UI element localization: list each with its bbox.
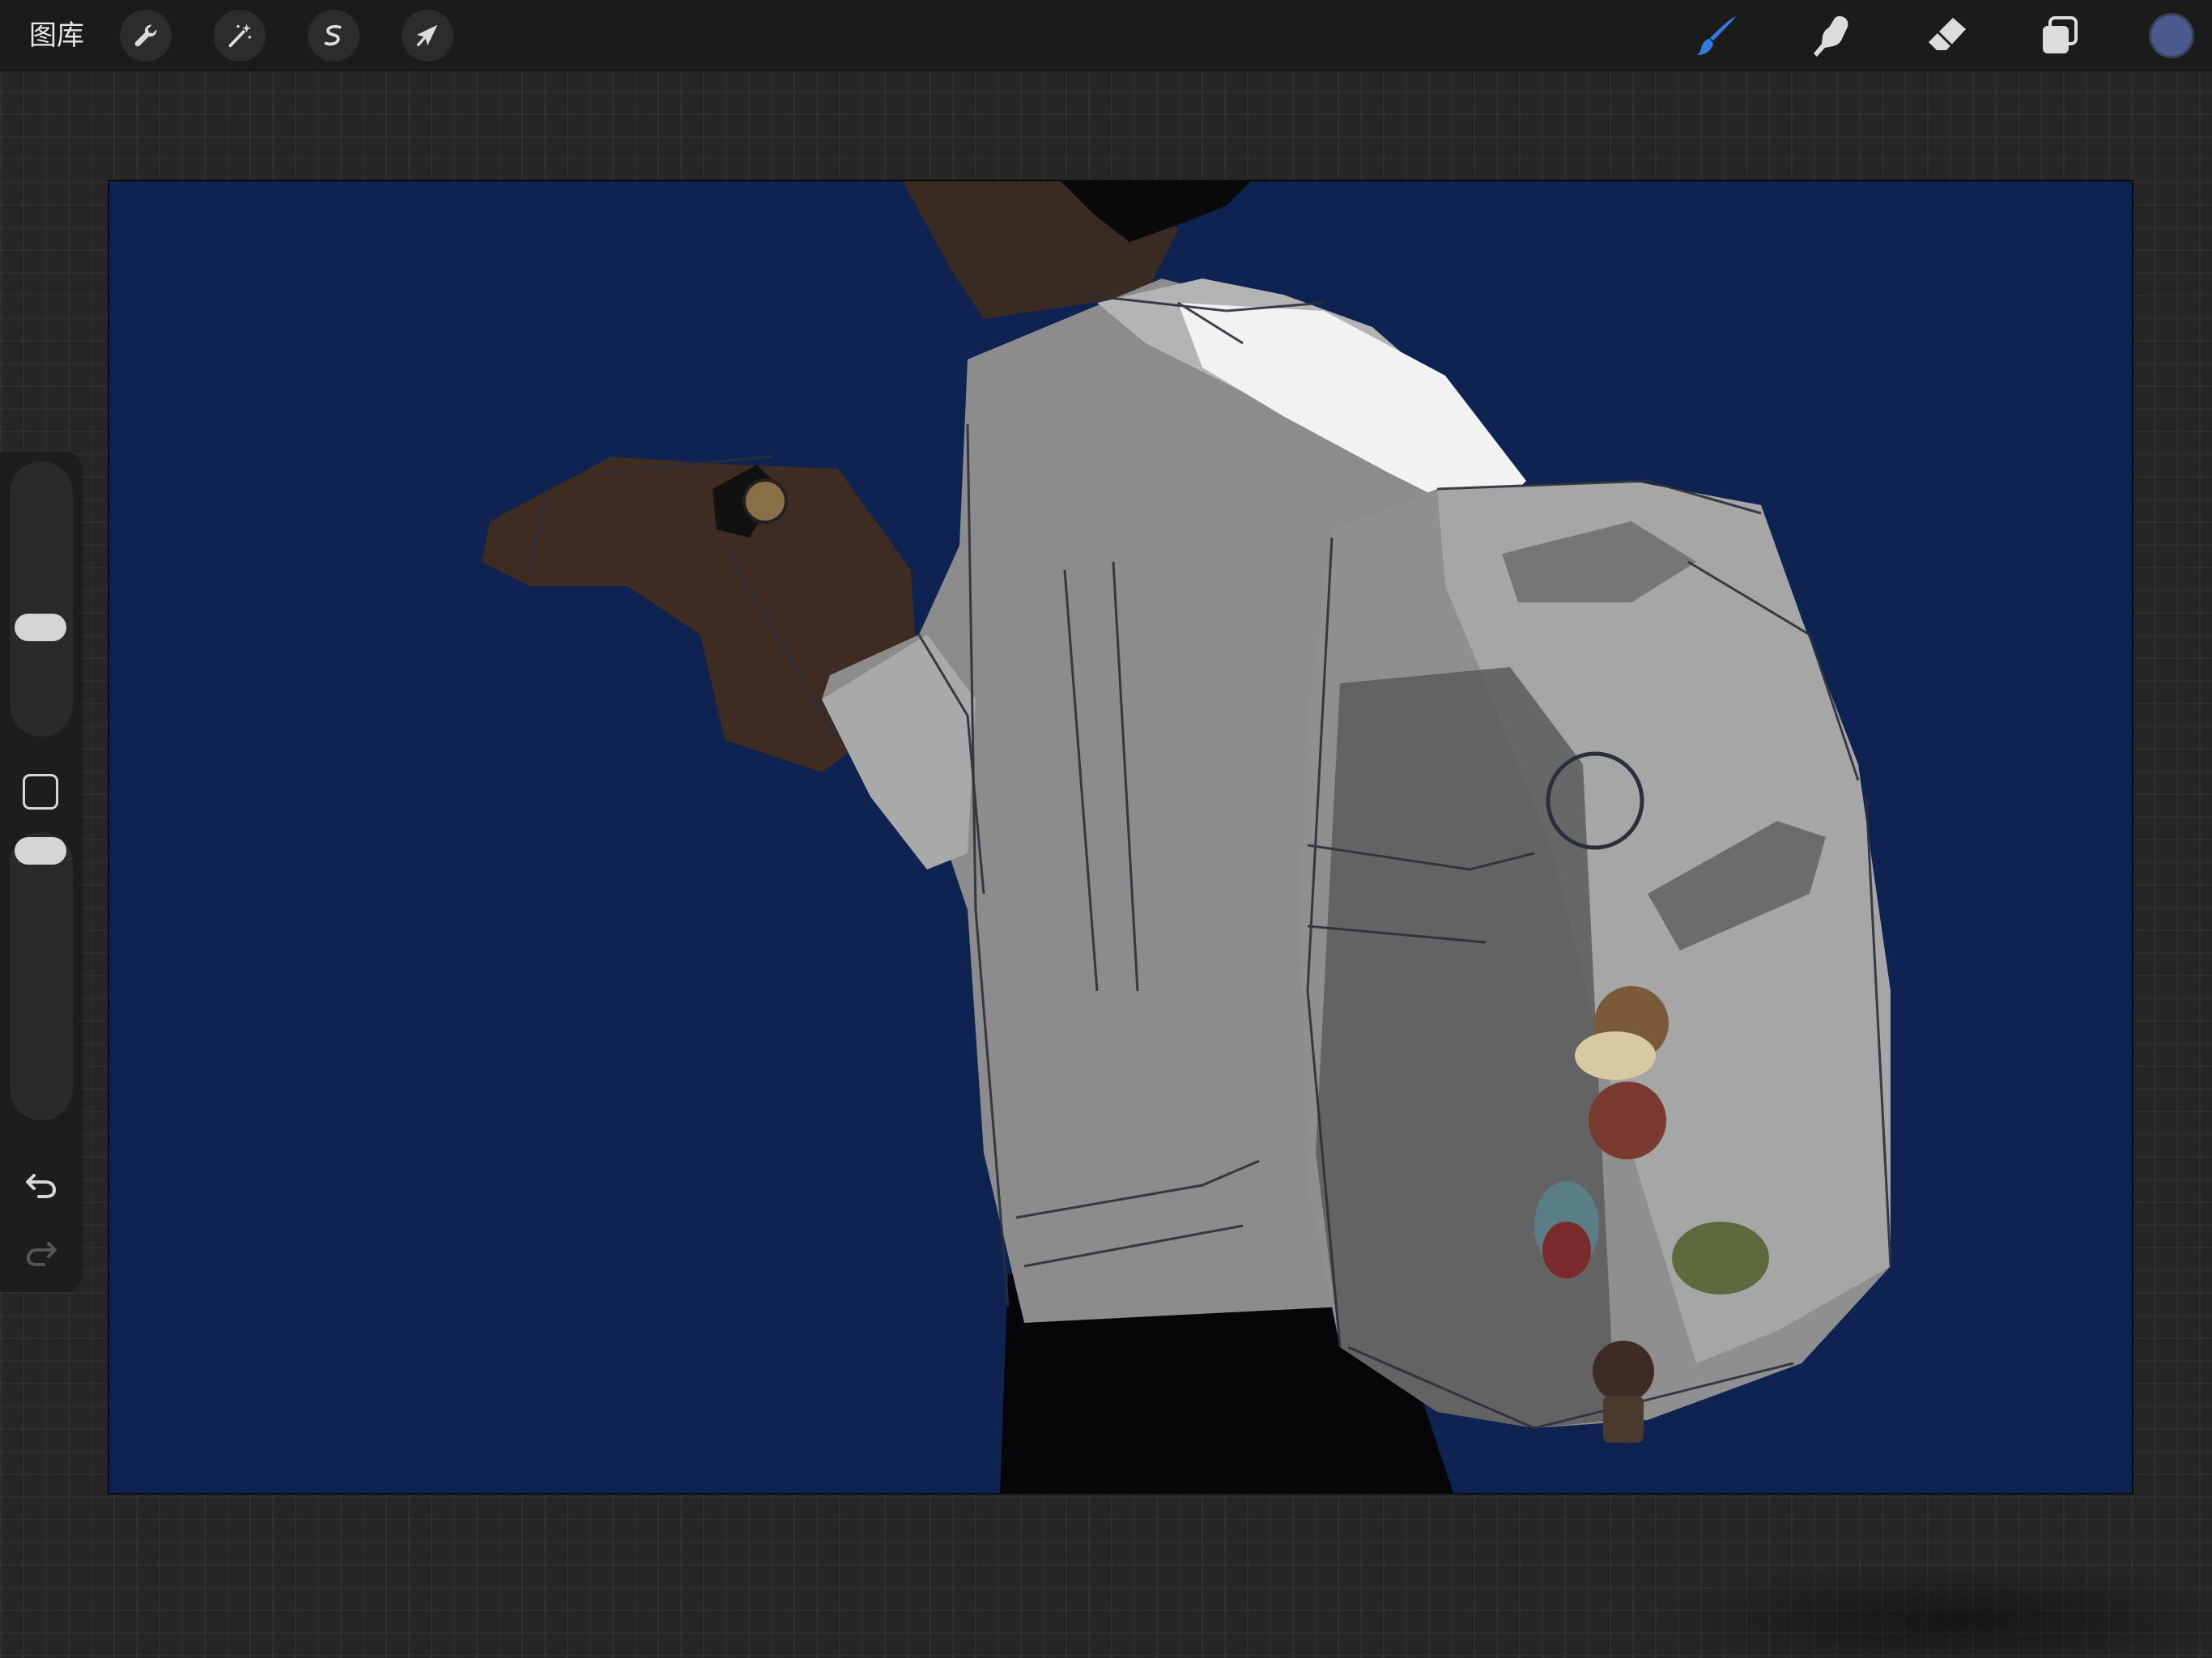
wrench-icon	[134, 24, 157, 47]
modify-button[interactable]	[23, 774, 58, 810]
brush-size-thumb[interactable]	[15, 614, 66, 642]
layers-icon	[2043, 16, 2078, 53]
gallery-button[interactable]: 图库	[29, 16, 84, 55]
opacity-slider[interactable]	[10, 832, 73, 1120]
undo-button[interactable]	[19, 1163, 63, 1206]
selection-button[interactable]	[308, 10, 359, 62]
actions-button[interactable]	[120, 10, 172, 62]
artwork	[482, 181, 1892, 1493]
redo-button[interactable]	[19, 1231, 63, 1274]
redo-icon	[26, 1242, 57, 1266]
charm-3-body	[1542, 1222, 1591, 1278]
top-toolbar: 图库	[0, 0, 2212, 71]
smudge-button[interactable]	[1804, 8, 1859, 63]
charm-4	[1672, 1222, 1769, 1295]
brush-size-slider[interactable]	[10, 461, 73, 737]
charm-2	[1589, 1082, 1666, 1159]
eraser-button[interactable]	[1919, 8, 1974, 63]
brush-icon	[1697, 16, 1736, 55]
color-picker-button[interactable]	[2149, 13, 2194, 58]
arrow-cursor-icon	[416, 24, 438, 47]
transform-button[interactable]	[402, 10, 453, 62]
charm-1-body	[1575, 1031, 1656, 1080]
watch-face	[742, 478, 788, 524]
layers-button[interactable]	[2032, 8, 2087, 63]
workspace-smudge	[1644, 1562, 2210, 1658]
charm-5-body	[1603, 1396, 1644, 1443]
adjustments-button[interactable]	[214, 10, 266, 62]
smudge-finger-icon	[1814, 16, 1848, 57]
left-sidebar	[0, 452, 83, 1292]
drawing-canvas[interactable]	[109, 181, 2132, 1493]
undo-icon	[26, 1174, 57, 1198]
charm-5	[1593, 1341, 1654, 1402]
selection-s-icon	[324, 24, 342, 46]
brush-button[interactable]	[1691, 8, 1746, 63]
opacity-thumb[interactable]	[15, 837, 66, 865]
eraser-icon	[1929, 18, 1966, 50]
backpack-shadow	[1316, 667, 1615, 1428]
magic-wand-icon	[228, 23, 252, 48]
